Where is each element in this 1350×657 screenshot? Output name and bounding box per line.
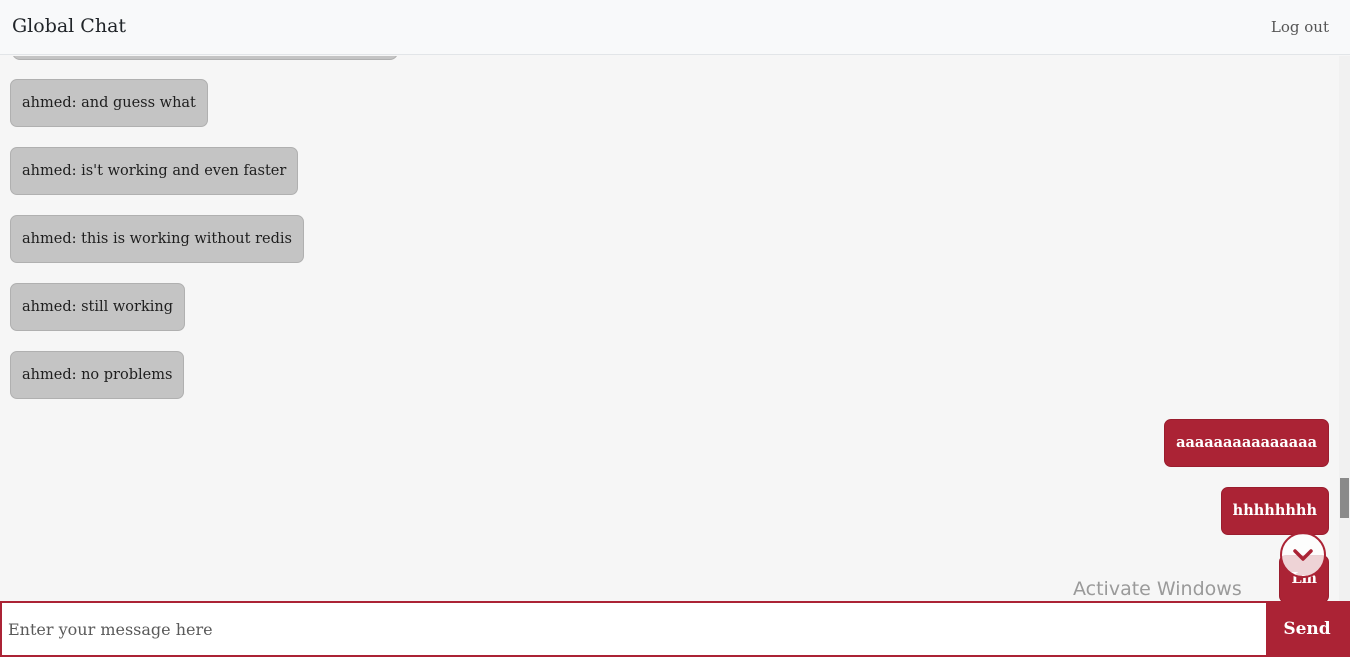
app-title: Global Chat — [12, 15, 127, 37]
logout-link[interactable]: Log out — [1271, 18, 1329, 36]
chat-app: Global Chat Log out ahmed: and guess wha… — [0, 0, 1350, 657]
message-list-scrollbar[interactable] — [1339, 56, 1350, 601]
message-bubble: ahmed: and guess what — [10, 79, 208, 127]
own-message-bubble: hhhhhhhh — [1220, 487, 1329, 535]
chevron-down-icon — [1293, 549, 1313, 561]
message-bubble: ahmed: no problems — [10, 351, 185, 399]
own-message-bubble: aaaaaaaaaaaaaaa — [1164, 419, 1329, 467]
message-bubble: ahmed: still working — [10, 283, 185, 331]
clipped-message — [12, 56, 398, 60]
scrollbar-thumb[interactable] — [1340, 478, 1349, 518]
message-composer: Send — [0, 601, 1350, 657]
message-input[interactable] — [2, 603, 1266, 655]
message-bubble: ahmed: this is working without redis — [10, 215, 304, 263]
scroll-to-bottom-button[interactable] — [1280, 532, 1326, 578]
message-bubble: ahmed: is't working and even faster — [10, 147, 299, 195]
message-list[interactable]: ahmed: and guess what ahmed: is't workin… — [0, 56, 1339, 601]
send-button[interactable]: Send — [1266, 603, 1348, 655]
top-navbar: Global Chat Log out — [0, 0, 1350, 55]
